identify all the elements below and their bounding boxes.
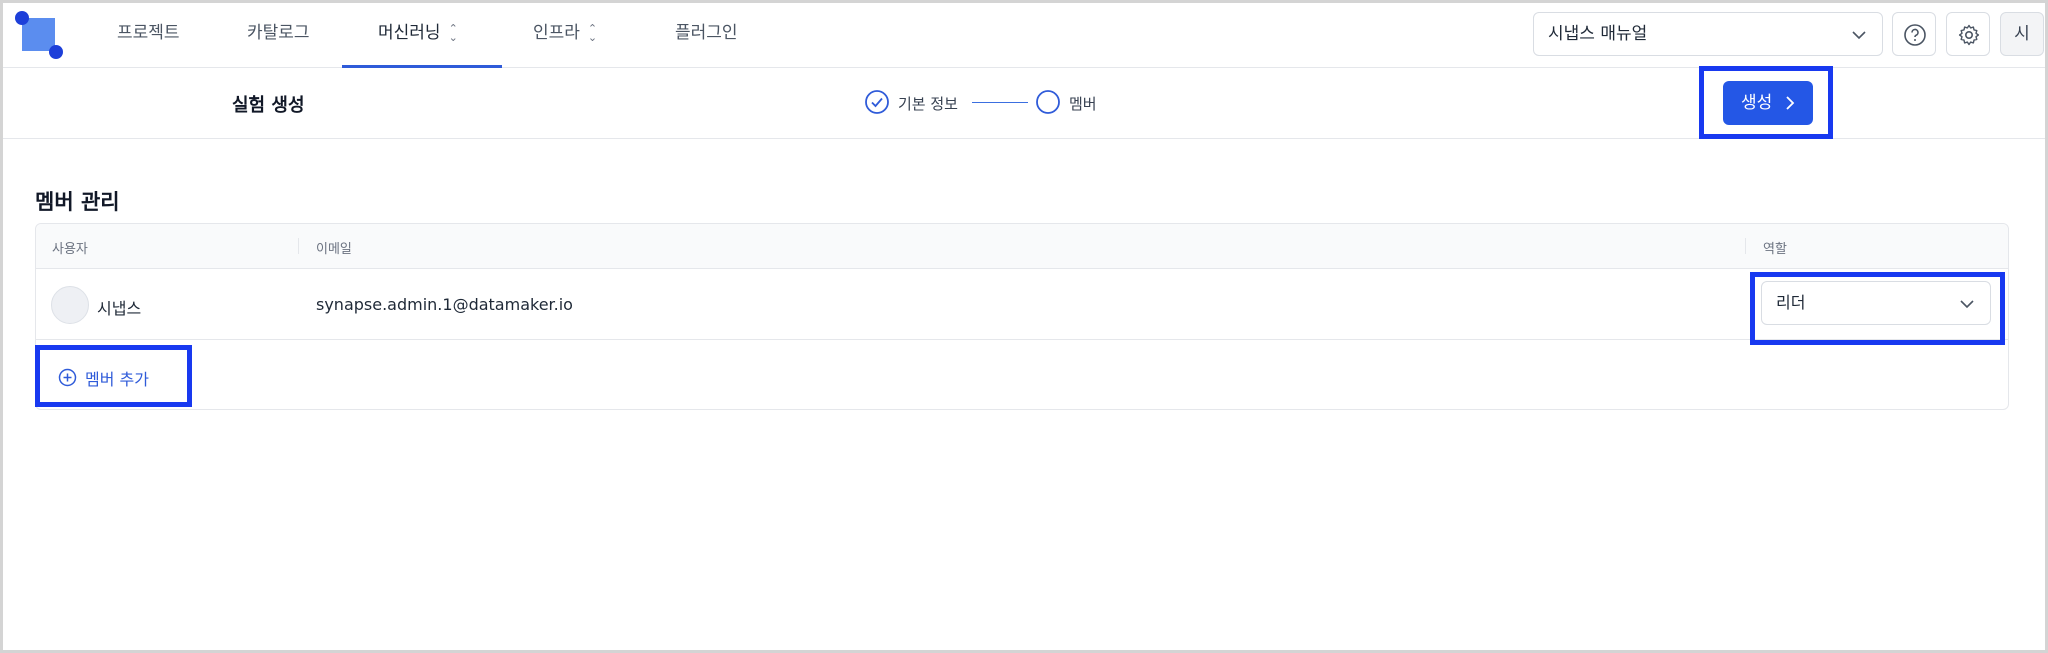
column-header-email: 이메일 xyxy=(316,242,352,257)
nav-item-infra[interactable]: 인프라 ⌃ ⌄ xyxy=(533,3,597,68)
expand-icon: ⌃ ⌄ xyxy=(448,22,458,44)
role-select[interactable]: 리더 xyxy=(1761,281,1991,325)
create-button-label: 생성 xyxy=(1741,93,1773,113)
member-name: 시냅스 xyxy=(97,299,142,318)
members-section-title: 멤버 관리 xyxy=(35,190,120,214)
plus-circle-icon xyxy=(58,368,77,387)
avatar xyxy=(51,286,89,324)
gear-icon xyxy=(1958,24,1980,46)
member-email: synapse.admin.1@datamaker.io xyxy=(316,295,573,314)
step-connector xyxy=(972,102,1028,103)
members-table: 사용자 이메일 역할 시냅스 synapse.admin.1@datamaker… xyxy=(35,223,2009,410)
chevron-right-icon xyxy=(1786,96,1795,110)
app-logo[interactable] xyxy=(15,11,65,61)
top-navigation: 프로젝트 카탈로그 머신러닝 ⌃ ⌄ 인프라 ⌃ ⌄ 플러그인 시냅스 매뉴얼 시 xyxy=(3,3,2045,68)
column-divider xyxy=(1745,238,1746,254)
step-member: 멤버 xyxy=(1035,89,1115,117)
expand-icon: ⌃ ⌄ xyxy=(587,22,598,44)
page-title: 실험 생성 xyxy=(232,95,305,116)
project-select[interactable]: 시냅스 매뉴얼 xyxy=(1533,12,1883,56)
nav-item-projects[interactable]: 프로젝트 xyxy=(117,3,180,68)
active-tab-indicator xyxy=(342,65,502,68)
help-button[interactable] xyxy=(1892,12,1936,56)
user-avatar-button[interactable]: 시 xyxy=(2000,12,2044,56)
add-member-label: 멤버 추가 xyxy=(85,370,149,389)
column-header-user: 사용자 xyxy=(52,242,88,257)
step-label: 기본 정보 xyxy=(898,95,958,113)
check-circle-icon xyxy=(865,90,889,114)
step-label: 멤버 xyxy=(1069,95,1097,113)
chevron-down-icon xyxy=(1852,31,1866,40)
step-basic-info: 기본 정보 xyxy=(864,89,964,117)
circle-icon xyxy=(1036,90,1060,114)
nav-item-machine-learning[interactable]: 머신러닝 ⌃ ⌄ xyxy=(378,3,458,68)
nav-item-catalog[interactable]: 카탈로그 xyxy=(247,3,310,68)
chevron-down-icon xyxy=(1960,300,1974,309)
nav-item-label: 머신러닝 xyxy=(378,23,441,43)
nav-item-label: 인프라 xyxy=(533,23,580,43)
role-select-value: 리더 xyxy=(1776,293,1806,312)
nav-item-plugins[interactable]: 플러그인 xyxy=(675,3,738,68)
column-divider xyxy=(298,238,299,254)
column-header-role: 역할 xyxy=(1763,242,1787,257)
help-icon xyxy=(1904,24,1926,46)
project-select-value: 시냅스 매뉴얼 xyxy=(1548,24,1648,44)
table-row: 시냅스 synapse.admin.1@datamaker.io 리더 xyxy=(36,270,2008,345)
settings-button[interactable] xyxy=(1946,12,1990,56)
table-header: 사용자 이메일 역할 xyxy=(36,224,2008,269)
create-button[interactable]: 생성 xyxy=(1723,81,1813,125)
